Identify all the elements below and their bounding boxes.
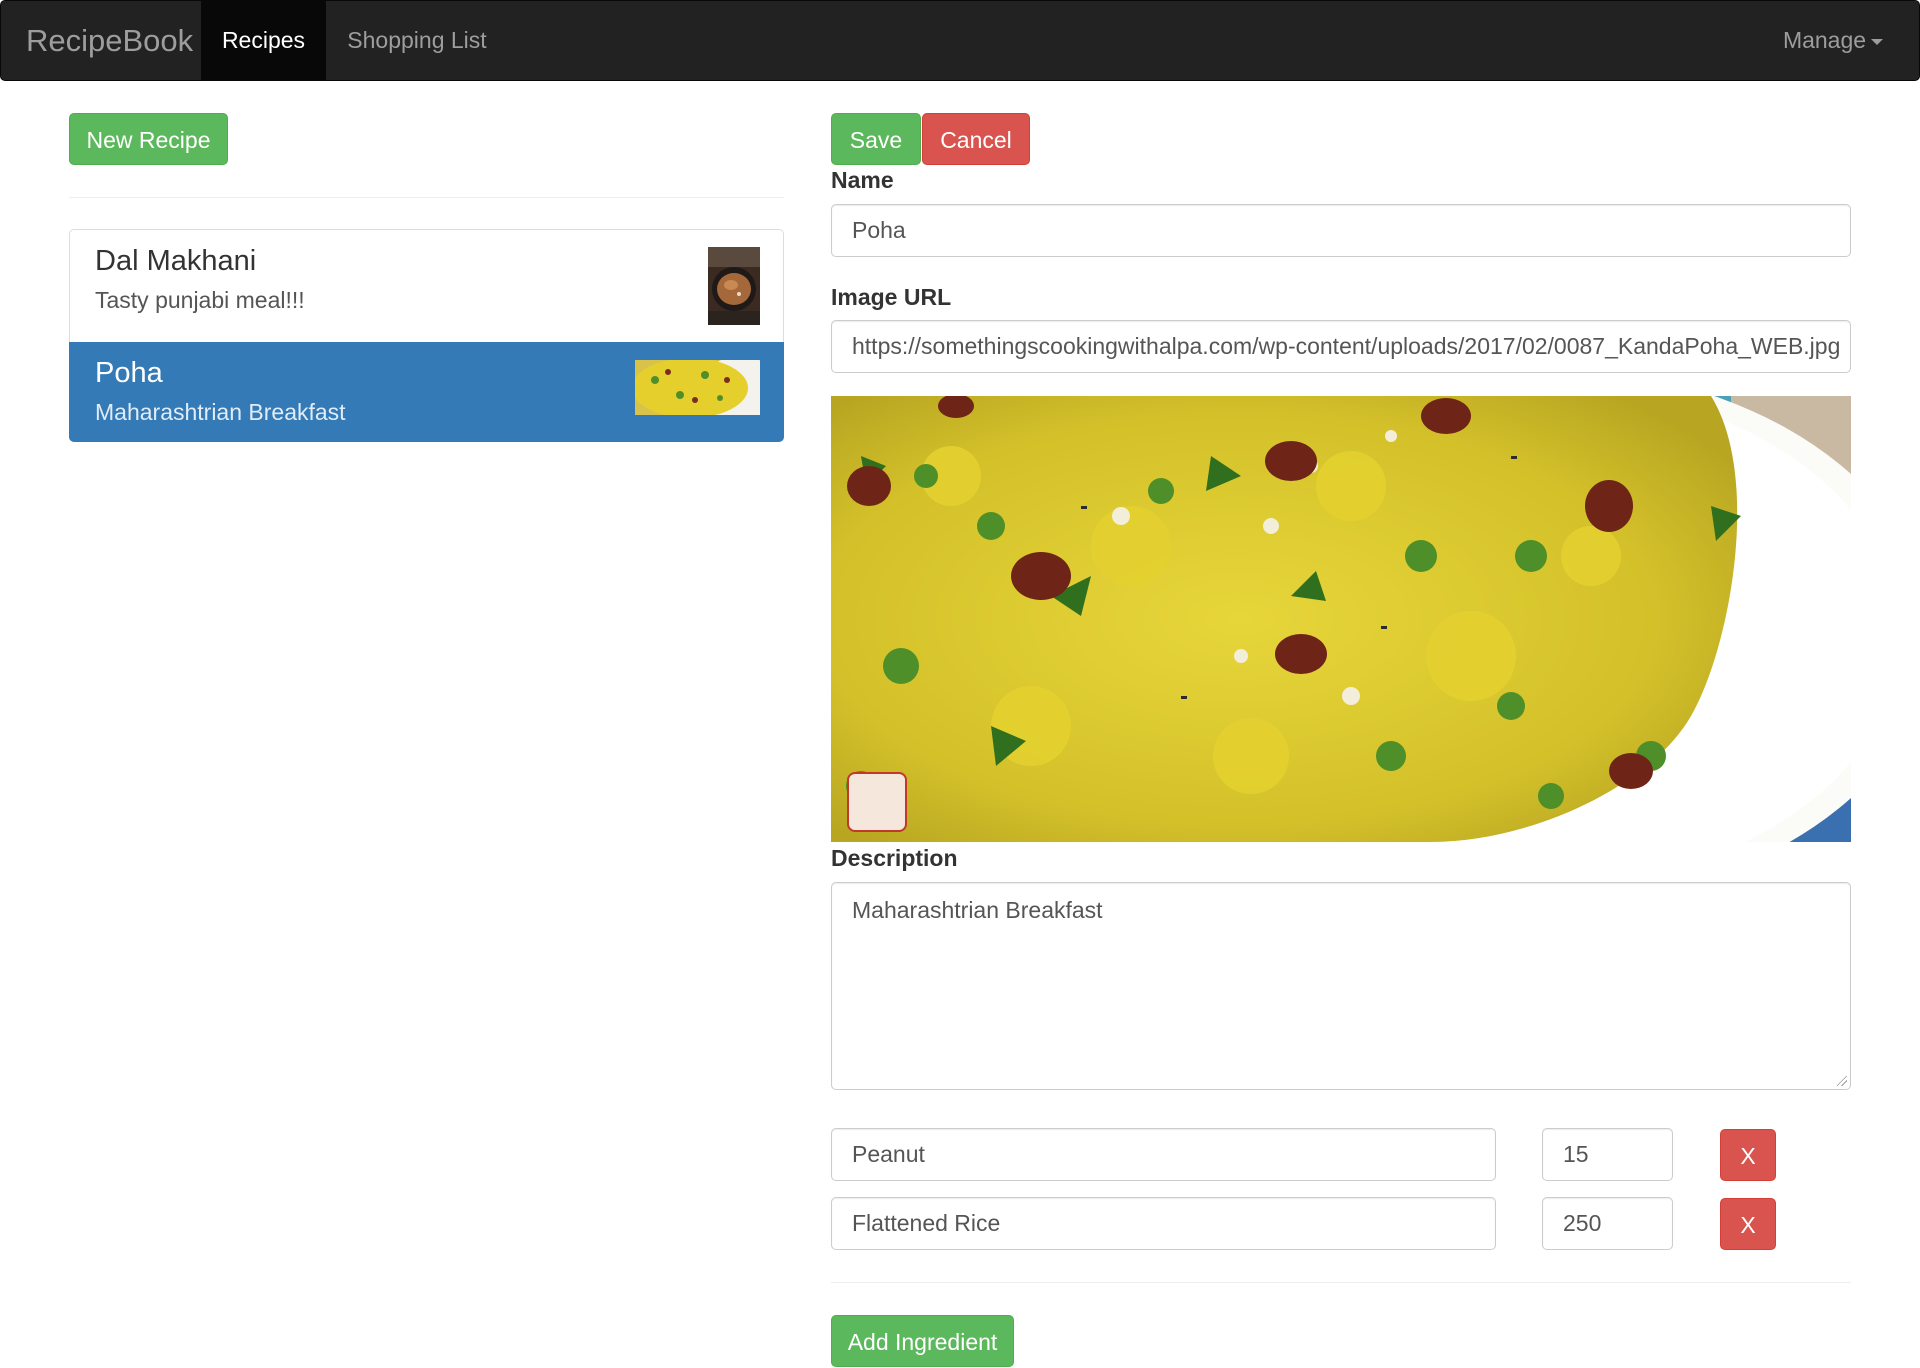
ingredient-name-input[interactable]: Flattened Rice	[831, 1197, 1496, 1250]
ingredient-name-input[interactable]: Peanut	[831, 1128, 1496, 1181]
dal-makhani-thumbnail	[708, 247, 760, 325]
description-label: Description	[831, 845, 958, 871]
remove-ingredient-button[interactable]: X	[1720, 1198, 1776, 1250]
image-url-input[interactable]: https://somethingscookingwithalpa.com/wp…	[831, 320, 1851, 373]
name-input[interactable]: Poha	[831, 204, 1851, 257]
description-textarea[interactable]: Maharashtrian Breakfast	[831, 882, 1851, 1090]
recipe-item-poha[interactable]: Poha Maharashtrian Breakfast	[69, 342, 784, 442]
caret-down-icon	[1871, 38, 1884, 45]
manage-dropdown[interactable]: Manage	[1763, 1, 1903, 80]
new-recipe-button[interactable]: New Recipe	[69, 113, 228, 165]
cancel-button[interactable]: Cancel	[922, 113, 1030, 165]
watermark-logo	[847, 772, 907, 832]
ingredient-amount-input[interactable]: 15	[1542, 1128, 1673, 1181]
resize-grip[interactable]	[1837, 1076, 1847, 1086]
manage-label: Manage	[1782, 27, 1867, 53]
nav-shopping-list-link[interactable]: Shopping List	[326, 1, 508, 80]
add-ingredient-button[interactable]: Add Ingredient	[831, 1315, 1014, 1367]
brand-link[interactable]: RecipeBook	[26, 1, 193, 80]
recipe-name: Dal Makhani	[95, 245, 257, 277]
remove-ingredient-button[interactable]: X	[1720, 1129, 1776, 1181]
description-text: Maharashtrian Breakfast	[852, 897, 1103, 923]
recipe-description: Maharashtrian Breakfast	[95, 399, 346, 425]
recipe-image-preview	[831, 396, 1851, 842]
save-button[interactable]: Save	[831, 113, 921, 165]
nav-recipes-link[interactable]: Recipes	[201, 1, 326, 80]
name-label: Name	[831, 167, 894, 193]
image-url-label: Image URL	[831, 284, 952, 310]
divider	[69, 197, 784, 198]
ingredient-amount-input[interactable]: 250	[1542, 1197, 1673, 1250]
recipe-description: Tasty punjabi meal!!!	[95, 287, 305, 313]
poha-thumbnail	[635, 360, 760, 415]
recipe-item-dal-makhani[interactable]: Dal Makhani Tasty punjabi meal!!!	[69, 229, 784, 343]
recipe-name: Poha	[95, 357, 163, 389]
top-navbar: RecipeBook Recipes Shopping List Manage	[0, 0, 1920, 81]
divider	[831, 1282, 1851, 1283]
